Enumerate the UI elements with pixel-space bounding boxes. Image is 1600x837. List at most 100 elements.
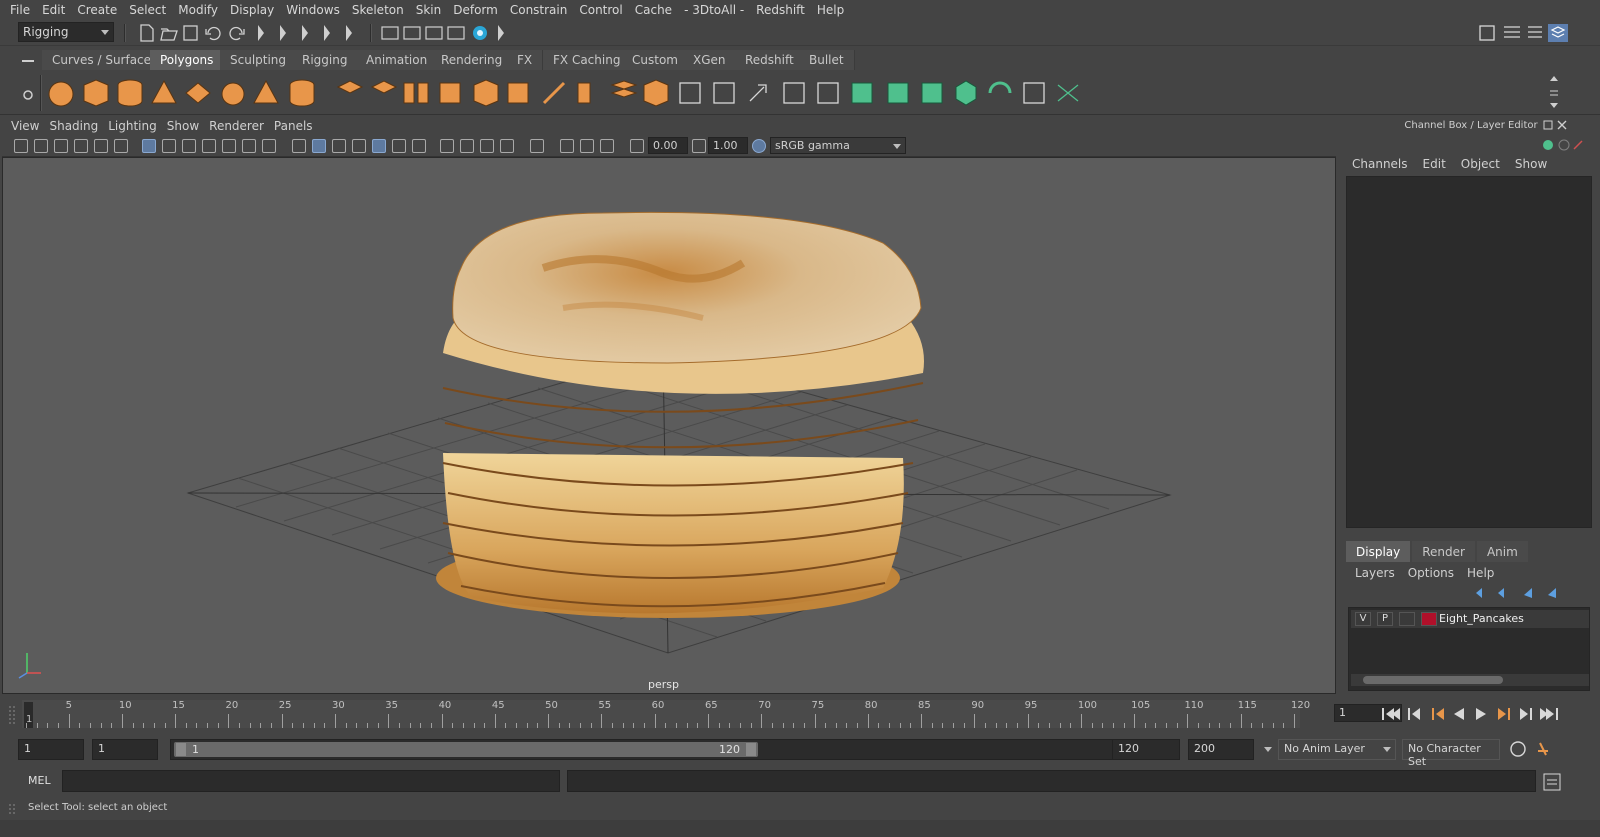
menu-3dtoall[interactable]: - 3DtoAll - xyxy=(678,3,750,17)
isolate-select-icon[interactable] xyxy=(530,139,544,153)
exposure-field[interactable]: 0.00 xyxy=(648,137,688,154)
range-right-tools[interactable] xyxy=(1508,739,1554,759)
resolution-gate-icon[interactable] xyxy=(182,139,196,153)
render-tools-group[interactable] xyxy=(380,23,490,43)
channel-box-menu-object[interactable]: Object xyxy=(1455,157,1509,171)
image-plane-icon[interactable] xyxy=(74,139,88,153)
select-camera-icon[interactable] xyxy=(14,139,28,153)
menu-edit[interactable]: Edit xyxy=(36,3,71,17)
shelf-menu-icon[interactable] xyxy=(18,53,38,69)
channel-box-menu-channels[interactable]: Channels xyxy=(1346,157,1417,171)
layer-visibility-toggle[interactable]: V xyxy=(1355,612,1371,626)
wireframe-on-shaded-icon[interactable] xyxy=(352,139,366,153)
shelf-tab-custom[interactable]: Custom xyxy=(622,50,689,70)
selection-mask-group[interactable] xyxy=(254,23,364,43)
layer-playback-toggle[interactable]: P xyxy=(1377,612,1393,626)
range-slider-handle[interactable]: 1 120 xyxy=(174,742,758,757)
shelf-tab-rendering[interactable]: Rendering xyxy=(431,50,514,70)
playback-start-field[interactable]: 1 xyxy=(92,739,158,760)
textured-icon[interactable] xyxy=(372,139,386,153)
script-language-toggle[interactable]: MEL xyxy=(28,774,51,787)
view-transform-dropdown[interactable]: sRGB gamma xyxy=(770,137,906,154)
viewport-menu-lighting[interactable]: Lighting xyxy=(105,119,164,133)
wireframe-icon[interactable] xyxy=(292,139,306,153)
screen-space-ao-icon[interactable] xyxy=(440,139,454,153)
command-input[interactable] xyxy=(62,770,560,792)
shelf-tab-sculpting[interactable]: Sculpting xyxy=(220,50,298,70)
menuset-dropdown[interactable]: Rigging xyxy=(18,22,114,42)
anim-layer-dropdown[interactable]: No Anim Layer xyxy=(1278,739,1396,760)
channel-box-menu-show[interactable]: Show xyxy=(1509,157,1556,171)
anti-aliasing-icon[interactable] xyxy=(480,139,494,153)
layer-tab-display[interactable]: Display xyxy=(1346,541,1411,562)
layer-row[interactable]: V P Eight_Pancakes xyxy=(1351,610,1589,628)
smooth-shade-icon[interactable] xyxy=(312,139,326,153)
motion-blur-icon[interactable] xyxy=(460,139,474,153)
layer-menu-layers[interactable]: Layers xyxy=(1350,566,1403,580)
channel-box-menu-edit[interactable]: Edit xyxy=(1417,157,1455,171)
shelf-tab-polygons[interactable]: Polygons xyxy=(150,50,225,70)
viewport-menu-shading[interactable]: Shading xyxy=(46,119,105,133)
use-all-lights-icon[interactable] xyxy=(392,139,406,153)
layer-tab-anim[interactable]: Anim xyxy=(1476,541,1528,562)
menu-select[interactable]: Select xyxy=(123,3,172,17)
menu-file[interactable]: File xyxy=(4,3,36,17)
field-chart-icon[interactable] xyxy=(222,139,236,153)
gate-mask-icon[interactable] xyxy=(202,139,216,153)
channel-box-options[interactable] xyxy=(1508,137,1588,153)
layer-menu-options[interactable]: Options xyxy=(1403,566,1462,580)
range-start-handle[interactable] xyxy=(176,743,186,756)
shelf-tab-redshift[interactable]: Redshift xyxy=(735,50,805,70)
camera-attributes-icon[interactable] xyxy=(34,139,48,153)
menu-windows[interactable]: Windows xyxy=(280,3,346,17)
gamma-icon[interactable] xyxy=(692,139,706,153)
range-end-handle[interactable] xyxy=(746,743,756,756)
layer-display-type-toggle[interactable] xyxy=(1399,612,1415,626)
layer-list-scrollbar[interactable] xyxy=(1351,674,1589,686)
xray-joints-icon[interactable] xyxy=(580,139,594,153)
layer-tab-render[interactable]: Render xyxy=(1412,541,1475,562)
default-material-icon[interactable] xyxy=(332,139,346,153)
menu-deform[interactable]: Deform xyxy=(447,3,504,17)
menu-modify[interactable]: Modify xyxy=(172,3,224,17)
shelf-settings-icon[interactable] xyxy=(20,85,36,103)
time-slider-bar[interactable]: 1 5 10 15 20 25 30 35 40 45 50 55 60 65 70 75 80 85 90 95 1… xyxy=(22,700,1310,728)
2d-pan-zoom-icon[interactable] xyxy=(94,139,108,153)
xray-icon[interactable] xyxy=(560,139,574,153)
shelf-scroll-icon[interactable] xyxy=(1544,73,1564,113)
film-gate-icon[interactable] xyxy=(162,139,176,153)
safe-action-icon[interactable] xyxy=(242,139,256,153)
channel-box-area[interactable] xyxy=(1346,176,1592,528)
anim-layer-chevron[interactable] xyxy=(1260,739,1276,759)
workspace-toggles[interactable] xyxy=(1476,22,1596,44)
viewport-menu-show[interactable]: Show xyxy=(164,119,206,133)
menu-create[interactable]: Create xyxy=(71,3,123,17)
menu-constrain[interactable]: Constrain xyxy=(504,3,574,17)
menu-skeleton[interactable]: Skeleton xyxy=(346,3,410,17)
shadows-icon[interactable] xyxy=(412,139,426,153)
menu-cache[interactable]: Cache xyxy=(629,3,678,17)
safe-title-icon[interactable] xyxy=(262,139,276,153)
menu-skin[interactable]: Skin xyxy=(410,3,448,17)
bookmark-icon[interactable] xyxy=(54,139,68,153)
help-line-drag-handle-icon[interactable] xyxy=(6,802,18,818)
viewport-menu-view[interactable]: View xyxy=(8,119,46,133)
perspective-viewport[interactable]: persp xyxy=(2,157,1336,694)
scrollbar-thumb[interactable] xyxy=(1363,676,1503,684)
menu-control[interactable]: Control xyxy=(573,3,628,17)
menu-display[interactable]: Display xyxy=(224,3,280,17)
character-set-dropdown[interactable]: No Character Set xyxy=(1402,739,1500,768)
grease-pencil-icon[interactable] xyxy=(114,139,128,153)
shelf-tab-fx[interactable]: FX xyxy=(507,50,544,70)
script-editor-icon[interactable] xyxy=(1542,772,1562,792)
playback-end-field[interactable]: 120 xyxy=(1112,739,1180,760)
shelf-tab-animation[interactable]: Animation xyxy=(356,50,439,70)
layer-color-swatch[interactable] xyxy=(1421,612,1437,626)
grid-toggle-icon[interactable] xyxy=(142,139,156,153)
toolbar-collapse-icon[interactable] xyxy=(496,23,506,43)
viewport-menu-panels[interactable]: Panels xyxy=(271,119,320,133)
exposure-icon[interactable] xyxy=(630,139,644,153)
menu-help[interactable]: Help xyxy=(811,3,850,17)
playback-controls[interactable] xyxy=(1380,704,1580,724)
shelf-tab-bullet[interactable]: Bullet xyxy=(799,50,855,70)
